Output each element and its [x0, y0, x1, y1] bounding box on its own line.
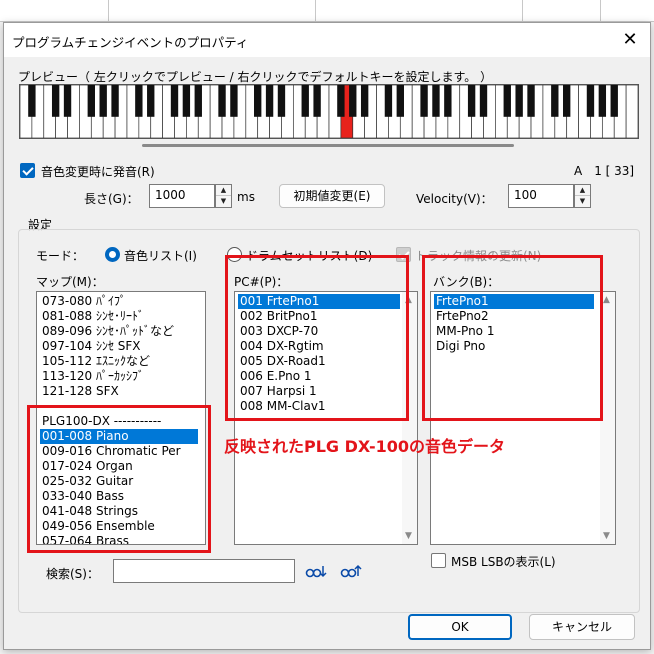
length-spinner[interactable]: ▲ ▼: [215, 184, 232, 208]
mode-voice-list-label: 音色リスト(I): [124, 249, 197, 263]
list-item[interactable]: 121-128 SFX: [40, 384, 121, 399]
close-button[interactable]: ✕: [617, 28, 643, 52]
grid-line: [522, 0, 523, 22]
length-label: 長さ(G)：: [84, 192, 139, 206]
velocity-input[interactable]: 100: [508, 184, 574, 208]
piano-black-key[interactable]: [277, 85, 286, 117]
piano-black-key[interactable]: [396, 85, 404, 117]
spin-down-icon[interactable]: ▼: [216, 196, 231, 207]
velocity-label: Velocity(V)：: [416, 192, 493, 206]
piano-black-key[interactable]: [360, 85, 369, 117]
close-icon: ✕: [622, 29, 638, 50]
parent-window-strip: [0, 0, 654, 22]
piano-black-key[interactable]: [467, 85, 476, 117]
ok-button[interactable]: OK: [408, 614, 512, 640]
highlight-box-bank: [422, 255, 603, 421]
mode-label: モード：: [36, 249, 85, 263]
piano-black-key[interactable]: [420, 85, 428, 117]
length-input[interactable]: 1000: [149, 184, 215, 208]
piano-black-key[interactable]: [111, 85, 119, 117]
piano-black-key[interactable]: [63, 85, 72, 117]
piano-black-key[interactable]: [218, 85, 226, 117]
sound-on-change-checkbox[interactable]: [20, 163, 35, 178]
piano-black-key[interactable]: [230, 85, 238, 117]
search-label: 検索(S)：: [46, 567, 99, 581]
list-item[interactable]: 097-104 ｼﾝｾ SFX: [40, 339, 143, 354]
list-item[interactable]: 073-080 ﾊﾟｲﾌﾟ: [40, 294, 128, 309]
spin-up-icon[interactable]: ▲: [575, 185, 590, 196]
keyboard-scrollbar[interactable]: [142, 144, 514, 147]
piano-black-key[interactable]: [479, 85, 488, 117]
piano-black-key[interactable]: [515, 85, 523, 117]
piano-black-key[interactable]: [194, 85, 202, 117]
msb-lsb-label: MSB LSBの表示(L): [451, 555, 556, 569]
list-item[interactable]: 081-088 ｼﾝｾ･ﾘｰﾄﾞ: [40, 309, 146, 324]
highlight-box-map: [27, 405, 211, 553]
list-item[interactable]: 105-112 ｴｽﾆｯｸなど: [40, 354, 152, 369]
note-info: A 1 [ 33]: [574, 164, 635, 178]
list-item[interactable]: 113-120 ﾊﾟｰｶｯｼﾌﾞ: [40, 369, 146, 384]
search-next-icon[interactable]: [340, 562, 362, 580]
piano-black-key[interactable]: [444, 85, 452, 117]
piano-black-key[interactable]: [432, 85, 440, 117]
length-unit: ms: [237, 190, 255, 204]
list-item[interactable]: 089-096 ｼﾝｾ･ﾊﾟｯﾄﾞなど: [40, 324, 176, 339]
piano-black-key[interactable]: [301, 85, 309, 117]
scroll-down-icon[interactable]: ▼: [405, 531, 412, 541]
piano-black-key[interactable]: [28, 85, 36, 117]
preview-label: プレビュー（ 左クリックでプレビュー / 右クリックでデフォルトキーを設定します…: [18, 70, 493, 84]
piano-keys[interactable]: [20, 85, 638, 138]
piano-black-key[interactable]: [135, 85, 143, 117]
grid-line: [600, 0, 601, 22]
cancel-button[interactable]: キャンセル: [529, 614, 635, 640]
preview-keyboard[interactable]: [19, 84, 639, 139]
piano-black-key[interactable]: [384, 85, 393, 117]
msb-lsb-checkbox[interactable]: [431, 553, 446, 568]
piano-black-key[interactable]: [610, 85, 618, 117]
piano-black-key[interactable]: [51, 85, 60, 117]
title-bar: プログラムチェンジイベントのプロパティ ✕: [4, 23, 650, 57]
piano-black-key[interactable]: [170, 85, 179, 117]
piano-black-key[interactable]: [503, 85, 511, 117]
piano-black-key[interactable]: [182, 85, 191, 117]
mode-voice-list-radio[interactable]: [105, 247, 120, 262]
piano-black-key[interactable]: [254, 85, 262, 117]
dialog-title: プログラムチェンジイベントのプロパティ: [12, 35, 249, 50]
sound-on-change-label: 音色変更時に発音(R): [41, 165, 155, 179]
piano-black-key[interactable]: [563, 85, 571, 117]
piano-black-key[interactable]: [265, 85, 274, 117]
piano-black-key[interactable]: [337, 85, 345, 117]
spin-down-icon[interactable]: ▼: [575, 196, 590, 207]
piano-black-key[interactable]: [147, 85, 155, 117]
search-input[interactable]: [113, 559, 295, 583]
grid-line: [108, 0, 109, 22]
spin-up-icon[interactable]: ▲: [216, 185, 231, 196]
annotation-text: 反映されたPLG DX-100の音色データ: [224, 437, 505, 456]
map-label: マップ(M)：: [36, 275, 104, 289]
piano-black-key[interactable]: [349, 85, 357, 117]
piano-black-key[interactable]: [586, 85, 595, 117]
reset-default-button[interactable]: 初期値変更(E): [279, 184, 385, 208]
piano-black-key[interactable]: [598, 85, 607, 117]
scroll-up-icon[interactable]: ▲: [603, 295, 610, 305]
piano-black-key[interactable]: [313, 85, 321, 117]
piano-black-key[interactable]: [551, 85, 559, 117]
search-prev-icon[interactable]: [305, 562, 327, 580]
velocity-spinner[interactable]: ▲ ▼: [574, 184, 591, 208]
scroll-down-icon[interactable]: ▼: [603, 531, 610, 541]
piano-white-key[interactable]: [625, 85, 638, 138]
piano-black-key[interactable]: [99, 85, 107, 117]
program-change-dialog: プログラムチェンジイベントのプロパティ ✕ プレビュー（ 左クリックでプレビュー…: [3, 22, 651, 650]
piano-black-key[interactable]: [527, 85, 535, 117]
highlight-box-pc: [225, 255, 409, 421]
piano-black-key[interactable]: [87, 85, 95, 117]
grid-line: [315, 0, 316, 22]
